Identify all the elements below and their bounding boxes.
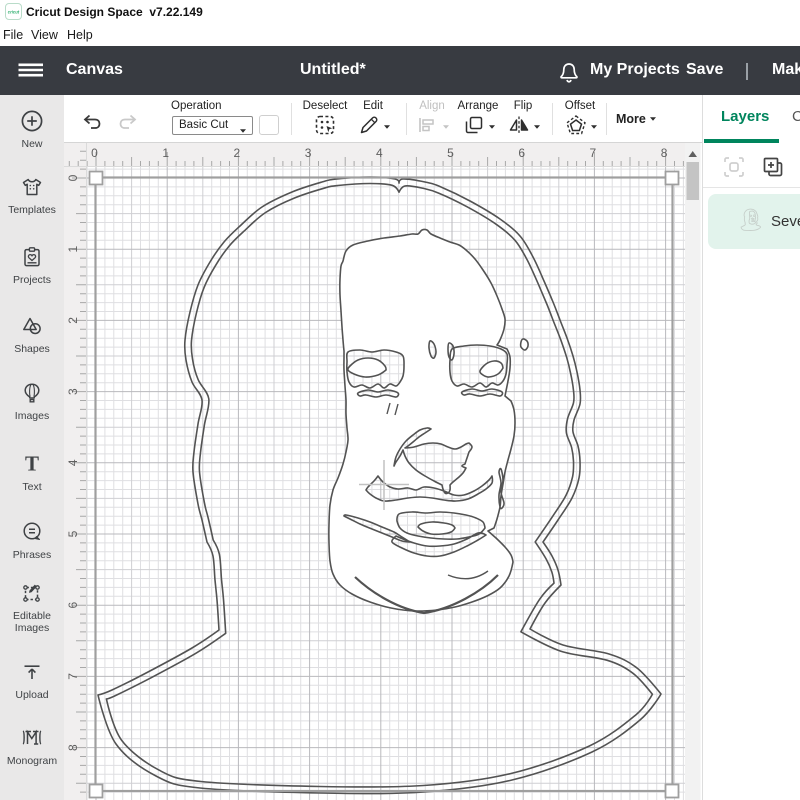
svg-text:0: 0 <box>91 146 98 160</box>
svg-text:6: 6 <box>518 146 525 160</box>
svg-text:4: 4 <box>66 459 80 466</box>
svg-text:6: 6 <box>66 602 80 609</box>
svg-text:cricut: cricut <box>8 10 20 15</box>
svg-text:1: 1 <box>66 246 80 253</box>
svg-text:2: 2 <box>234 146 241 160</box>
svg-text:8: 8 <box>66 744 80 751</box>
svg-text:3: 3 <box>305 146 312 160</box>
svg-text:5: 5 <box>66 530 80 537</box>
svg-text:7: 7 <box>66 673 80 680</box>
svg-text:T: T <box>25 452 39 476</box>
svg-text:0: 0 <box>66 174 80 181</box>
svg-text:8: 8 <box>661 146 668 160</box>
svg-text:1: 1 <box>162 146 169 160</box>
svg-text:3: 3 <box>66 388 80 395</box>
svg-text:5: 5 <box>447 146 454 160</box>
svg-text:2: 2 <box>66 317 80 324</box>
svg-text:4: 4 <box>376 146 383 160</box>
svg-text:7: 7 <box>590 146 597 160</box>
